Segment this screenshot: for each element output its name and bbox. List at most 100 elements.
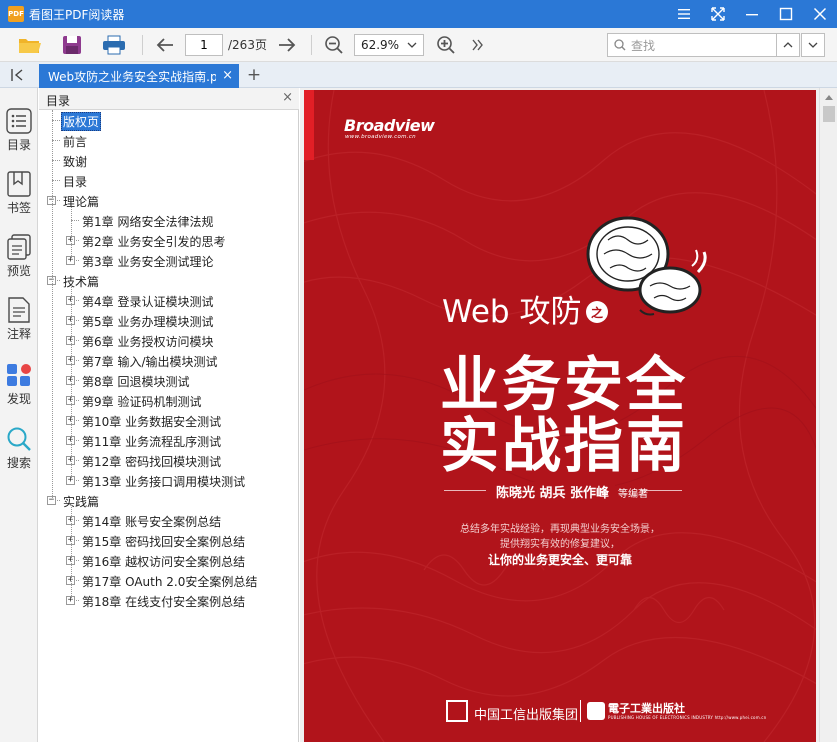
more-tools-button[interactable]	[464, 31, 492, 59]
zoom-out-button[interactable]	[320, 31, 348, 59]
toc-item-label: 版权页	[61, 112, 102, 131]
toc-item[interactable]: 致谢	[39, 150, 299, 170]
tree-connector	[52, 110, 53, 500]
title-bar: PDF 看图王PDF阅读器	[0, 0, 837, 28]
toc-item[interactable]: + 第9章 验证码机制测试	[39, 390, 299, 410]
sidebar-item-bookmarks[interactable]: 书签	[0, 167, 38, 227]
toc-item[interactable]: + 第13章 业务接口调用模块测试	[39, 470, 299, 490]
close-icon	[813, 7, 827, 21]
prev-page-button[interactable]	[151, 31, 179, 59]
cover-tagline: 让你的业务更安全、更可靠	[487, 553, 632, 567]
toc-item[interactable]: + 第14章 账号安全案例总结	[39, 510, 299, 530]
toc-item-label: 第1章 网络安全法律法规	[82, 215, 214, 229]
app-logo-icon: PDF	[8, 6, 24, 22]
zoom-select[interactable]: 62.9%	[353, 33, 424, 56]
toc-item-label: 第12章 密码找回模块测试	[82, 455, 222, 469]
toc-item[interactable]: 第1章 网络安全法律法规	[39, 210, 299, 230]
next-page-button[interactable]	[273, 31, 301, 59]
toc-item[interactable]: + 第17章 OAuth 2.0安全案例总结	[39, 570, 299, 590]
toc-item[interactable]: + 第16章 越权访问安全案例总结	[39, 550, 299, 570]
apps-icon	[7, 364, 31, 386]
toc-item-label: 第15章 密码找回安全案例总结	[82, 535, 246, 549]
print-button[interactable]	[100, 31, 128, 59]
toolbar-divider	[310, 34, 312, 55]
open-file-button[interactable]	[16, 31, 44, 59]
toc-item[interactable]: 前言	[39, 130, 299, 150]
toc-item[interactable]: + 第4章 登录认证模块测试	[39, 290, 299, 310]
toc-header: 目录 ×	[39, 88, 299, 110]
sidebar-item-discover[interactable]: 发现	[0, 358, 38, 418]
thumbnails-icon	[7, 234, 31, 260]
scroll-thumb[interactable]	[823, 106, 835, 122]
toc-item-label: 第16章 越权访问安全案例总结	[82, 555, 246, 569]
sidebar-item-search[interactable]: 搜索	[0, 422, 38, 482]
toc-item[interactable]: + 第3章 业务安全测试理论	[39, 250, 299, 270]
zoom-in-button[interactable]	[432, 31, 460, 59]
sidebar-item-preview[interactable]: 预览	[0, 230, 38, 290]
maximize-button[interactable]	[769, 0, 803, 28]
toc-item-label: 第3章 业务安全测试理论	[82, 255, 214, 269]
app-title: 看图王PDF阅读器	[29, 7, 125, 22]
fullscreen-button[interactable]	[701, 0, 735, 28]
publisher-url: www.broadview.com.cn	[345, 134, 416, 140]
toc-item[interactable]: + 第8章 回退模块测试	[39, 370, 299, 390]
document-viewer[interactable]: Broadview www.broadview.com.cn Web 攻防 之 …	[300, 88, 837, 742]
close-button[interactable]	[803, 0, 837, 28]
toc-item[interactable]: + 第2章 业务安全引发的思考	[39, 230, 299, 250]
tree-connector	[71, 220, 79, 221]
pdf-page: Broadview www.broadview.com.cn Web 攻防 之 …	[304, 90, 816, 742]
toc-item[interactable]: + 第10章 业务数据安全测试	[39, 410, 299, 430]
save-button[interactable]	[58, 31, 86, 59]
search-placeholder: 查找	[631, 38, 656, 53]
toc-item-label: 理论篇	[63, 195, 100, 209]
sidebar-label: 发现	[6, 392, 31, 406]
toc-item[interactable]: − 实践篇	[39, 490, 299, 510]
toc-item[interactable]: + 第7章 输入/输出模块测试	[39, 350, 299, 370]
tab-document[interactable]: Web攻防之业务安全实战指南.p ×	[39, 64, 239, 88]
toc-item-label: 第8章 回退模块测试	[82, 375, 190, 389]
fullscreen-icon	[711, 7, 725, 21]
zoom-value: 62.9%	[360, 37, 400, 52]
tab-close-button[interactable]: ×	[222, 68, 233, 83]
sidebar-item-toc[interactable]: 目录	[0, 104, 38, 164]
sidebar-label: 目录	[6, 138, 31, 152]
collapse-sidebar-button[interactable]	[8, 67, 28, 83]
toc-close-button[interactable]: ×	[282, 90, 293, 105]
annotation-icon	[8, 297, 30, 323]
toc-item[interactable]: + 第12章 密码找回模块测试	[39, 450, 299, 470]
toc-item[interactable]: + 第5章 业务办理模块测试	[39, 310, 299, 330]
toc-item[interactable]: 版权页	[39, 110, 299, 131]
toc-item[interactable]: + 第11章 业务流程乱序测试	[39, 430, 299, 450]
maximize-icon	[779, 7, 793, 21]
search-input[interactable]: 查找	[607, 33, 777, 57]
toc-item[interactable]: − 技术篇	[39, 270, 299, 290]
tree-connector	[52, 140, 60, 141]
toc-item[interactable]: + 第15章 密码找回安全案例总结	[39, 530, 299, 550]
bookmark-icon	[7, 171, 31, 197]
cover-title-line2: 实战指南	[440, 411, 689, 480]
printer-icon	[103, 35, 125, 54]
minimize-button[interactable]	[735, 0, 769, 28]
scroll-up-button[interactable]	[820, 90, 837, 104]
cover-subtitle: Web 攻防	[442, 294, 582, 330]
toc-item[interactable]: + 第18章 在线支付安全案例总结	[39, 590, 299, 610]
page-number-input[interactable]	[185, 33, 223, 56]
publisher-english-name: PUBLISHING HOUSE OF ELECTRONICS INDUSTRY…	[608, 715, 766, 720]
publisher-logo: Broadview	[344, 116, 435, 135]
add-tab-button[interactable]: +	[246, 65, 262, 85]
sidebar-label: 预览	[6, 264, 31, 278]
toc-item-label: 第14章 账号安全案例总结	[82, 515, 222, 529]
search-next-button[interactable]	[801, 33, 825, 57]
toc-item[interactable]: + 第6章 业务授权访问模块	[39, 330, 299, 350]
search-prev-button[interactable]	[776, 33, 800, 57]
phei-logo	[587, 702, 605, 720]
sidebar-item-annotations[interactable]: 注释	[0, 293, 38, 353]
toc-item[interactable]: − 理论篇	[39, 190, 299, 210]
toc-item-label: 第13章 业务接口调用模块测试	[82, 475, 246, 489]
tree-connector	[71, 505, 72, 600]
toc-item[interactable]: 目录	[39, 170, 299, 190]
menu-button[interactable]	[667, 0, 701, 28]
tree-connector	[52, 160, 60, 161]
toc-item-label: 第9章 验证码机制测试	[82, 395, 202, 409]
vertical-scrollbar[interactable]	[819, 88, 837, 742]
